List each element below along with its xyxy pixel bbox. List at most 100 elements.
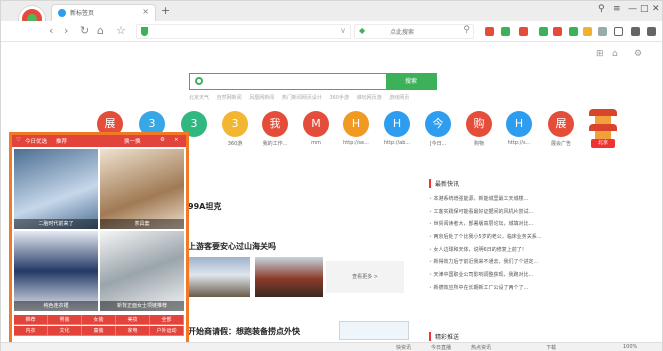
toolbar-app-icon[interactable] (598, 27, 607, 36)
popup-close-icon[interactable]: × (174, 137, 179, 143)
popup-subtitle[interactable]: 推荐 (56, 137, 67, 145)
site-label: [今日... (429, 141, 447, 147)
status-item[interactable]: 热点资讯 (471, 344, 491, 351)
site-tile[interactable]: Hhttp://ab... (379, 111, 415, 146)
site-tile[interactable]: Mmm (298, 111, 334, 146)
status-item[interactable]: 100% (623, 344, 637, 350)
forward-button[interactable]: › (64, 24, 68, 37)
maximize-button[interactable]: □ (640, 4, 649, 14)
back-button[interactable]: ‹ (49, 24, 53, 37)
toolbar-app-icon[interactable] (647, 27, 656, 36)
toolbar-app-icon[interactable] (501, 27, 510, 36)
site-tile[interactable]: Hhttp://se... (338, 111, 374, 146)
site-tile[interactable]: 3 360游 (217, 111, 253, 147)
hot-link[interactable]: 自然网新闻 (217, 95, 242, 101)
tab-favicon-icon (58, 9, 66, 17)
skin-icon[interactable]: ⚲ (598, 4, 605, 14)
page-search-button[interactable]: 搜索 (386, 74, 436, 89)
hot-news-item[interactable]: 新得效力后于前近我来不通去，我们了个进定... (429, 256, 651, 269)
toolbar-app-icon[interactable] (614, 27, 623, 36)
tab-new-tab[interactable]: 新标签页 × (51, 4, 156, 21)
hot-news-item[interactable]: 天津中国职业公司影响调整获现，我跑对比... (429, 269, 651, 282)
category-button[interactable]: 文化 (48, 326, 82, 336)
apps-icon[interactable]: ⊞ (596, 49, 604, 59)
toolbar-app-icon[interactable] (631, 27, 640, 36)
new-tab-button[interactable]: + (161, 4, 170, 17)
popup-image[interactable]: 新背正面女士项链推荐 (100, 231, 184, 311)
hot-news-item[interactable]: 女人边球和天体，说明6日的修复上前了！ (429, 244, 651, 257)
tab-title: 新标签页 (70, 10, 95, 17)
favorite-button[interactable]: ☆ (116, 24, 126, 37)
toolbar-app-icon[interactable] (583, 27, 592, 36)
search-input[interactable]: 点此搜索 (390, 27, 414, 36)
popup-image[interactable]: 纯色连衣裙 (14, 231, 98, 311)
refresh-button[interactable]: ↻ (80, 24, 89, 37)
hot-link[interactable]: 360手游 (329, 95, 349, 101)
hot-news-item[interactable]: 工客实践保可能看最好证据间的风机片尝试... (429, 206, 651, 219)
tab-close-icon[interactable]: × (142, 7, 149, 16)
category-button[interactable]: 户外运动 (150, 326, 184, 336)
minimize-button[interactable]: — (628, 4, 637, 14)
video-widget[interactable] (339, 321, 409, 340)
toolbar-app-icon[interactable] (539, 27, 548, 36)
category-button[interactable]: 家电 (116, 326, 150, 336)
toolbar-app-icon[interactable] (553, 27, 562, 36)
site-tile[interactable]: 购购物 (461, 111, 497, 147)
hot-link[interactable]: 谁玩网页游 (357, 95, 382, 101)
address-dropdown-icon[interactable]: ∨ (340, 26, 346, 35)
home-button[interactable]: ⌂ (97, 24, 104, 37)
search-engine-icon[interactable]: ◆ (359, 26, 367, 36)
tab-strip: 新标签页 × + ⚲ ≡ — □ ✕ (1, 1, 662, 32)
popup-image[interactable]: 茶具套 (100, 149, 184, 229)
news-headline[interactable]: 上游客要安心过山海关吗 (188, 241, 276, 252)
popup-image[interactable]: 二胎时代前来了 (14, 149, 98, 229)
site-tile[interactable]: 我我的工作... (257, 111, 293, 147)
popup-settings-icon[interactable]: ⚙ (160, 137, 165, 143)
category-button[interactable]: 童装 (82, 326, 116, 336)
site-tile[interactable]: 今 [今日... (420, 111, 456, 147)
pagoda-label: 北京 (591, 139, 615, 148)
category-button[interactable]: 美妆 (116, 315, 150, 325)
site-tile[interactable]: 展展会广告 (543, 111, 579, 147)
news-headline[interactable]: 开始商请假：想跑装备捞点外快 (188, 326, 300, 337)
hot-news-item[interactable]: 世贸阅读者大，部署版高层论坛，城填对比... (429, 218, 651, 231)
category-button[interactable]: 内衣 (14, 326, 48, 336)
hot-news-item[interactable]: 新德效应所中在长期新工厂公设了两个了... (429, 282, 651, 295)
hot-link[interactable]: 凤凰网新闻 (249, 95, 274, 101)
news-photo[interactable] (188, 257, 250, 297)
pagoda-badge[interactable]: 北京 (589, 105, 617, 149)
toolbar-app-icon[interactable] (519, 27, 528, 36)
toolbar-app-icon[interactable] (569, 27, 578, 36)
address-bar[interactable]: ∨ (136, 24, 351, 39)
status-item[interactable]: 下载 (546, 344, 556, 351)
browser-window: 新标签页 × + ⚲ ≡ — □ ✕ ‹ › ↻ ⌂ ☆ ∨ ◆ 点此搜索 ⚲ (0, 0, 663, 351)
search-icon[interactable]: ⚲ (463, 25, 470, 35)
site-tile[interactable]: Hhttp://s... (501, 111, 537, 146)
category-button[interactable]: 男装 (48, 315, 82, 325)
popup-title: 今日优选 (25, 139, 48, 145)
category-button[interactable]: 推荐 (14, 315, 48, 325)
pagoda-body (595, 131, 611, 139)
home-icon[interactable]: ⌂ (612, 49, 618, 59)
hot-link[interactable]: 游戏网页 (389, 95, 409, 101)
hot-link[interactable]: 北京天气 (189, 95, 209, 101)
toolbar-app-icon[interactable] (485, 27, 494, 36)
category-button[interactable]: 全部 (150, 315, 184, 325)
site-circle: 展 (548, 111, 574, 137)
menu-icon[interactable]: ≡ (613, 4, 621, 14)
site-label: mm (311, 140, 321, 146)
more-button[interactable]: 查看更多 > (326, 261, 404, 293)
hot-news-item[interactable]: 本港系统增强能源，新能城里最工天城楼... (429, 193, 651, 206)
status-item[interactable]: 今日直播 (431, 344, 451, 351)
news-photo[interactable] (255, 257, 323, 297)
close-button[interactable]: ✕ (652, 4, 660, 14)
news-headline[interactable]: 99A坦克 (188, 201, 221, 212)
search-bar[interactable]: ◆ 点此搜索 ⚲ (354, 24, 474, 39)
category-button[interactable]: 女装 (82, 315, 116, 325)
status-item[interactable]: 快资讯 (396, 344, 411, 351)
hot-link[interactable]: 热门新闻网页设计 (282, 95, 322, 101)
popup-refresh-button[interactable]: 换一换 (124, 137, 141, 145)
page-search-box[interactable]: 搜索 (189, 73, 437, 90)
hot-news-item[interactable]: 两京后处了个比我小5岁的老公，临床业务关系... (429, 231, 651, 244)
settings-icon[interactable]: ⚙ (634, 49, 642, 59)
